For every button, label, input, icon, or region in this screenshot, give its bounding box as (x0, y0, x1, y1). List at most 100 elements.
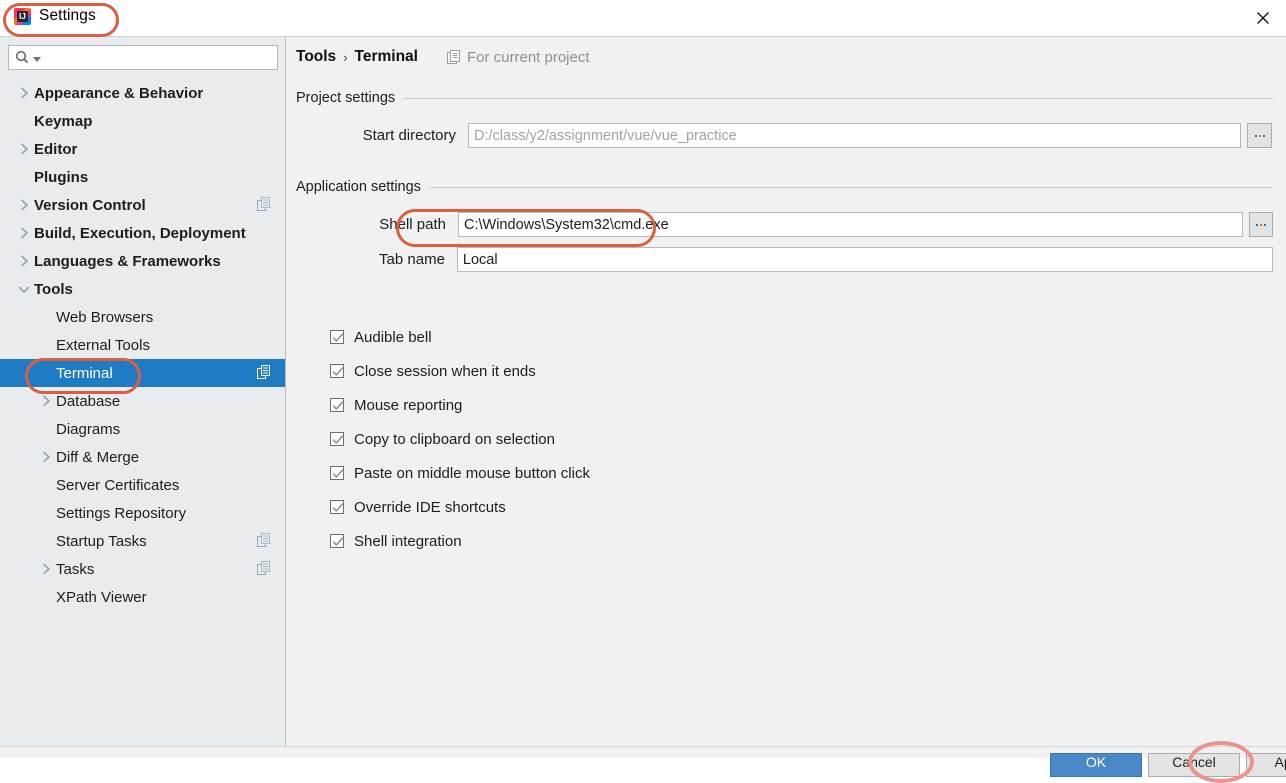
checkbox-audible-bell[interactable]: Audible bell (330, 320, 590, 354)
sidebar-item-diff-merge[interactable]: Diff & Merge (0, 443, 285, 471)
sidebar-item-label: Web Browsers (56, 308, 154, 326)
sidebar-item-terminal[interactable]: Terminal (0, 359, 285, 387)
search-input[interactable] (45, 50, 275, 65)
checkbox-shell-integration[interactable]: Shell integration (330, 524, 590, 558)
checkbox-box[interactable] (330, 330, 344, 344)
sidebar-item-label: Diagrams (56, 420, 121, 438)
shell-path-row: Shell path (296, 212, 1273, 237)
checkbox-box[interactable] (330, 364, 344, 378)
settings-sidebar: Appearance & Behavior Keymap Editor Plugins… (0, 37, 286, 746)
project-settings-label: Project settings (296, 90, 396, 106)
terminal-options-checkbox-list: Audible bell Close session when it ends Mo… (330, 320, 590, 558)
sidebar-item-label: Languages & Frameworks (34, 252, 221, 270)
sidebar-item-label: Tasks (56, 560, 95, 578)
sidebar-item-diagrams[interactable]: Diagrams (0, 415, 285, 443)
checkmark-icon (332, 435, 344, 444)
sidebar-item-appearance-behavior[interactable]: Appearance & Behavior (0, 79, 285, 107)
chevron-right-icon[interactable] (36, 395, 56, 407)
sidebar-item-startup-tasks[interactable]: Startup Tasks (0, 527, 285, 555)
checkbox-label: Paste on middle mouse button click (354, 464, 590, 482)
chevron-right-icon[interactable] (36, 451, 56, 463)
search-box[interactable] (8, 45, 278, 70)
checkbox-box[interactable] (330, 466, 344, 480)
checkmark-icon (332, 503, 344, 512)
checkbox-box[interactable] (330, 534, 344, 548)
group-divider (403, 97, 1273, 99)
chevron-right-icon[interactable] (14, 199, 34, 211)
ok-button[interactable]: OK (1050, 753, 1142, 777)
checkbox-box[interactable] (330, 432, 344, 446)
sidebar-item-label: External Tools (56, 336, 150, 354)
sidebar-item-label: Keymap (34, 112, 93, 130)
project-scope-icon (257, 561, 271, 576)
sidebar-item-editor[interactable]: Editor (0, 135, 285, 163)
sidebar-item-settings-repository[interactable]: Settings Repository (0, 499, 285, 527)
sidebar-item-external-tools[interactable]: External Tools (0, 331, 285, 359)
tab-name-row: Tab name (296, 247, 1273, 272)
chevron-right-icon[interactable] (14, 143, 34, 155)
checkbox-label: Audible bell (354, 328, 432, 346)
sidebar-item-label: Editor (34, 140, 78, 158)
sidebar-item-web-browsers[interactable]: Web Browsers (0, 303, 285, 331)
close-button[interactable] (1240, 0, 1286, 36)
sidebar-item-build-execution-deployment[interactable]: Build, Execution, Deployment (0, 219, 285, 247)
sidebar-item-server-certificates[interactable]: Server Certificates (0, 471, 285, 499)
tab-name-label: Tab name (379, 251, 445, 268)
application-settings-group-header: Application settings (296, 179, 1273, 195)
checkbox-paste-on-middle-mouse-button-click[interactable]: Paste on middle mouse button click (330, 456, 590, 490)
checkbox-box[interactable] (330, 398, 344, 412)
checkmark-icon (332, 401, 344, 410)
scope-note-label: For current project (466, 48, 590, 66)
breadcrumb-separator: › (343, 49, 348, 65)
chevron-right-icon[interactable] (14, 255, 34, 267)
tab-name-field[interactable] (456, 247, 1273, 272)
window-title: Settings (39, 7, 96, 24)
sidebar-item-plugins[interactable]: Plugins (0, 163, 285, 191)
checkbox-copy-to-clipboard-on-selection[interactable]: Copy to clipboard on selection (330, 422, 590, 456)
start-directory-label: Start directory (362, 127, 456, 144)
sidebar-item-tools[interactable]: Tools (0, 275, 285, 303)
checkmark-icon (332, 367, 344, 376)
sidebar-item-label: Database (56, 392, 121, 410)
tab-name-input[interactable] (462, 251, 1267, 268)
apply-button[interactable]: Apply (1246, 753, 1286, 777)
sidebar-item-tasks[interactable]: Tasks (0, 555, 285, 583)
checkbox-override-ide-shortcuts[interactable]: Override IDE shortcuts (330, 490, 590, 524)
checkbox-box[interactable] (330, 500, 344, 514)
sidebar-item-xpath-viewer[interactable]: XPath Viewer (0, 583, 285, 611)
sidebar-item-keymap[interactable]: Keymap (0, 107, 285, 135)
breadcrumb-parent[interactable]: Tools (296, 48, 336, 66)
start-directory-field[interactable] (468, 123, 1241, 148)
search-filter-chevron-icon[interactable] (33, 56, 41, 63)
sidebar-item-label: Settings Repository (56, 504, 187, 522)
chevron-right-icon[interactable] (36, 563, 56, 575)
project-scope-icon (257, 533, 271, 548)
sidebar-item-label: Version Control (34, 196, 146, 214)
checkbox-close-session-when-it-ends[interactable]: Close session when it ends (330, 354, 590, 388)
start-directory-input[interactable] (474, 127, 1235, 144)
chevron-right-icon[interactable] (14, 87, 34, 99)
sidebar-item-label: Startup Tasks (56, 532, 147, 550)
intellij-idea-icon (14, 7, 31, 25)
checkbox-label: Mouse reporting (354, 396, 463, 414)
checkbox-label: Close session when it ends (354, 362, 536, 380)
chevron-down-icon[interactable] (14, 285, 34, 294)
scope-note: For current project (446, 48, 590, 66)
shell-path-field[interactable] (458, 212, 1244, 237)
application-settings-label: Application settings (296, 179, 421, 195)
sidebar-item-languages-frameworks[interactable]: Languages & Frameworks (0, 247, 285, 275)
sidebar-item-version-control[interactable]: Version Control (0, 191, 285, 219)
shell-path-label: Shell path (379, 216, 446, 233)
checkbox-mouse-reporting[interactable]: Mouse reporting (330, 388, 590, 422)
sidebar-item-database[interactable]: Database (0, 387, 285, 415)
dialog-button-bar: OK Cancel Apply (0, 746, 1286, 777)
cancel-button[interactable]: Cancel (1148, 753, 1240, 777)
shell-path-browse-button[interactable] (1249, 212, 1273, 237)
sidebar-item-label: XPath Viewer (56, 588, 147, 606)
chevron-right-icon[interactable] (14, 227, 34, 239)
shell-path-input[interactable] (464, 216, 1238, 233)
window-title-group: Settings (14, 7, 96, 25)
settings-tree: Appearance & Behavior Keymap Editor Plugins… (0, 79, 285, 611)
start-directory-browse-button[interactable] (1247, 123, 1272, 148)
checkbox-label: Override IDE shortcuts (354, 498, 506, 516)
